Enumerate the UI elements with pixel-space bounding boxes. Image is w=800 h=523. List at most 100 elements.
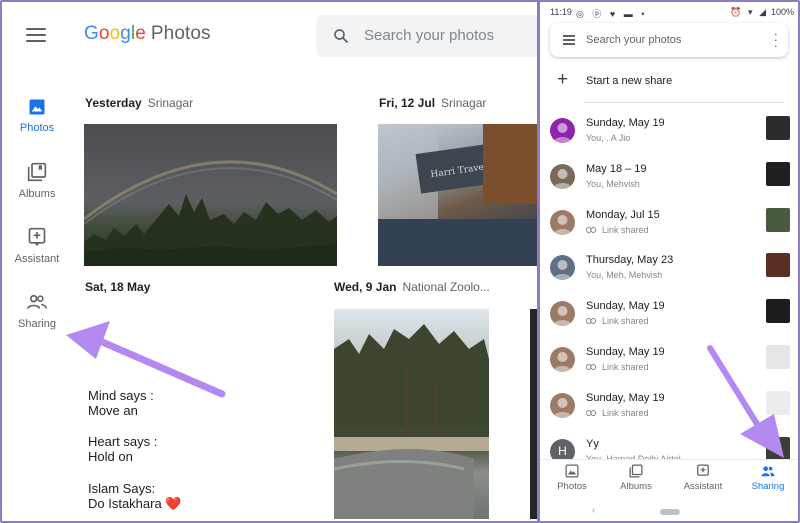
share-title: Sunday, May 19 <box>586 391 665 404</box>
share-subtitle: You, Mehvish <box>586 178 640 189</box>
share-thumbnail <box>766 299 790 324</box>
divider <box>584 102 784 103</box>
nav-albums-label: Albums <box>18 188 56 200</box>
more-options-icon[interactable]: · · · <box>774 27 778 52</box>
avatar <box>550 255 575 281</box>
phone-search-bar[interactable]: Search your photos · · · <box>550 23 788 57</box>
section-header: Sat, 18 May <box>85 280 151 294</box>
share-list-item[interactable]: May 18 – 19 You, Mehvish <box>540 159 798 199</box>
system-icons: ⏰ ▾ ◢ <box>730 7 768 17</box>
notification-icons: ◎ ⓟ ♥ ▬ • <box>576 9 648 19</box>
trees-photo[interactable] <box>334 309 489 519</box>
share-title: Yy <box>586 437 599 450</box>
rainbow-landscape-image <box>84 160 337 266</box>
nav-albums[interactable]: Albums <box>4 162 70 200</box>
link-icon <box>586 362 596 372</box>
statue-sign-image: Harri Travel <box>378 124 537 266</box>
bottom-nav-photos[interactable]: Photos <box>542 464 602 492</box>
share-thumbnail <box>766 253 790 278</box>
share-list-item[interactable]: Thursday, May 23 You, Meh, Mehvish <box>540 250 798 290</box>
google-photos-logo[interactable]: Google Photos <box>84 23 211 45</box>
status-time: 11:19 <box>550 7 572 17</box>
brand-photos-label: Photos <box>150 23 211 44</box>
section-header: Wed, 9 Jan National Zoolo... <box>334 280 490 294</box>
status-bar: 11:19 ◎ ⓟ ♥ ▬ • ⏰ ▾ ◢ 100% <box>540 4 798 20</box>
nav-photos[interactable]: Photos <box>4 98 70 134</box>
share-subtitle: Link shared <box>586 316 649 326</box>
avatar <box>550 163 575 189</box>
share-title: May 18 – 19 <box>586 162 647 175</box>
avatar <box>550 301 575 327</box>
search-icon <box>334 29 348 43</box>
share-subtitle: You, Meh, Mehvish <box>586 270 663 281</box>
share-thumbnail <box>766 345 790 369</box>
share-thumbnail <box>766 207 790 232</box>
photo-edge[interactable] <box>530 309 537 519</box>
search-input[interactable]: Search your photos <box>364 27 494 44</box>
quote-text-block: Mind says : Move an <box>88 388 154 418</box>
quote-text-block: Heart says : Hold on <box>88 434 158 464</box>
rainbow-photo[interactable] <box>84 124 337 266</box>
avatar <box>550 118 575 143</box>
phone-search-input[interactable]: Search your photos <box>586 34 681 46</box>
statue-photo[interactable]: Harri Travel <box>378 124 537 266</box>
nav-sharing-label: Sharing <box>18 318 56 330</box>
heart-icon: ❤️ <box>165 496 182 511</box>
share-list-item[interactable]: Sunday, May 19 Link shared <box>540 388 798 428</box>
desktop-photos-app: Google Photos Search your photos Photos A… <box>4 4 537 521</box>
album-icon <box>629 464 643 478</box>
nav-sharing[interactable]: Sharing <box>4 292 70 330</box>
link-icon <box>586 225 596 235</box>
share-thumbnail <box>766 116 790 140</box>
share-title: Thursday, May 23 <box>586 254 674 267</box>
share-subtitle: You, . A Jio <box>586 133 631 143</box>
share-thumbnail <box>766 436 790 461</box>
people-icon <box>761 466 775 477</box>
share-list-item[interactable]: Sunday, May 19 You, . A Jio <box>540 113 798 153</box>
start-new-share-button[interactable]: + Start a new share <box>540 70 780 94</box>
phone-photos-app: 11:19 ◎ ⓟ ♥ ▬ • ⏰ ▾ ◢ 100% Search your p… <box>540 4 798 521</box>
share-title: Sunday, May 19 <box>586 117 665 129</box>
main-menu-icon[interactable] <box>26 28 46 42</box>
bottom-nav-albums[interactable]: Albums <box>606 464 666 492</box>
battery-level: 100% <box>770 7 794 17</box>
quote-text-block: Islam Says: Do Istakhara ❤️ <box>88 481 182 511</box>
photo-icon <box>565 464 579 478</box>
share-title: Monday, Jul 15 <box>586 208 660 221</box>
share-subtitle: Link shared <box>586 225 649 235</box>
bottom-nav-assistant[interactable]: Assistant <box>673 464 733 492</box>
album-icon <box>27 162 47 182</box>
link-icon <box>586 316 596 326</box>
people-icon <box>27 294 47 309</box>
share-subtitle: Link shared <box>586 408 649 418</box>
avatar <box>550 347 575 372</box>
home-gesture-pill[interactable] <box>660 509 680 515</box>
menu-icon[interactable] <box>563 35 575 45</box>
trees-pond-image <box>334 324 489 519</box>
share-list-item[interactable]: Sunday, May 19 Link shared <box>540 342 798 382</box>
share-title: Sunday, May 19 <box>586 300 665 313</box>
share-thumbnail <box>766 161 790 186</box>
assistant-icon <box>28 227 46 247</box>
nav-assistant[interactable]: Assistant <box>4 227 70 265</box>
section-header: Fri, 12 Jul Srinagar <box>379 96 487 110</box>
search-box[interactable]: Search your photos <box>316 15 537 57</box>
section-header: Yesterday Srinagar <box>85 96 194 110</box>
system-nav-bar: ‹ <box>540 500 798 521</box>
photo-icon <box>29 99 45 115</box>
share-title: Sunday, May 19 <box>586 346 665 358</box>
nav-photos-label: Photos <box>19 122 55 134</box>
assistant-icon <box>697 464 709 476</box>
share-list-item[interactable]: Monday, Jul 15 Link shared <box>540 205 798 245</box>
avatar <box>550 209 575 235</box>
avatar <box>550 392 575 418</box>
screenshot-frame: Google Photos Search your photos Photos A… <box>0 0 800 523</box>
share-list-item[interactable]: Sunday, May 19 Link shared <box>540 296 798 336</box>
back-icon[interactable]: ‹ <box>592 505 595 516</box>
share-subtitle: Link shared <box>586 362 649 372</box>
share-thumbnail <box>766 390 790 415</box>
link-icon <box>586 408 596 418</box>
bottom-nav-sharing[interactable]: Sharing <box>738 464 798 492</box>
bottom-navigation: Photos Albums Assistant Sharing <box>540 459 798 499</box>
plus-icon: + <box>557 69 569 90</box>
